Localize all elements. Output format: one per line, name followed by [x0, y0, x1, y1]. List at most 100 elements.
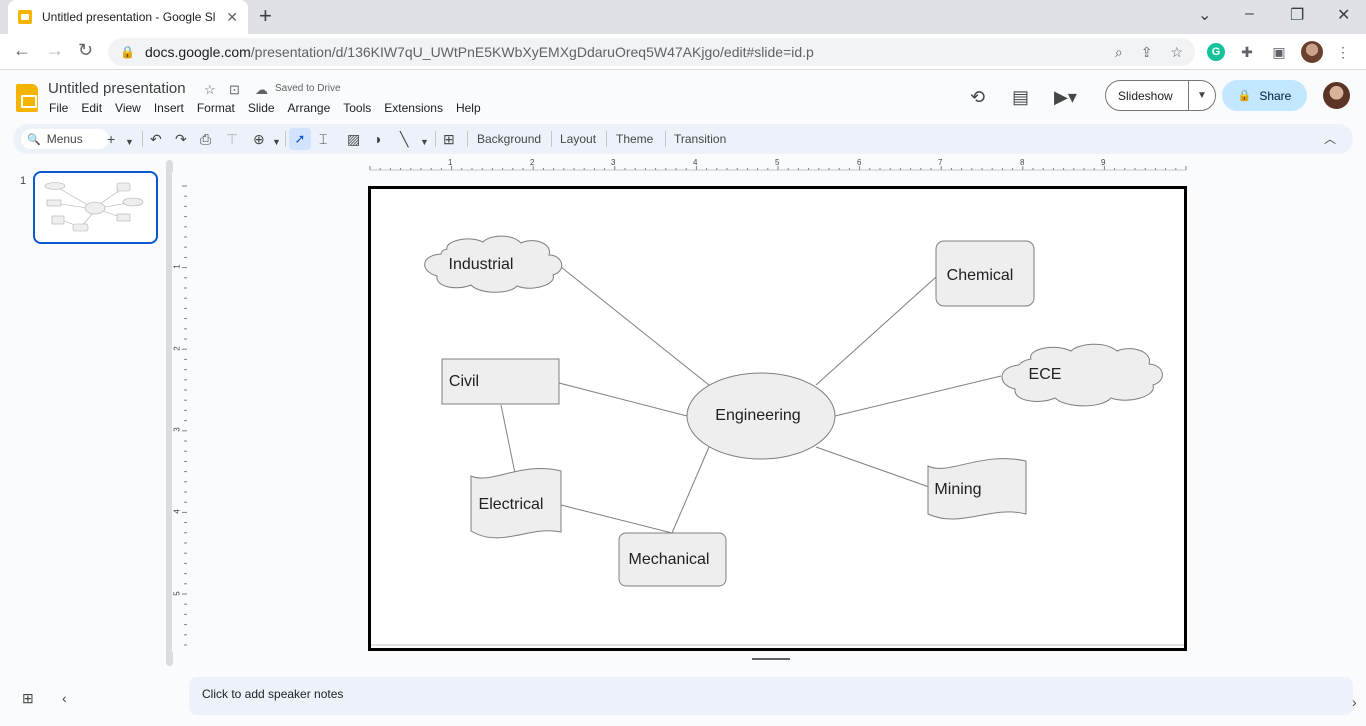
chevron-down-icon[interactable]: ▼	[125, 134, 134, 150]
menu-icon[interactable]: ⋮	[1334, 43, 1352, 61]
text-box-icon[interactable]: ⌶	[319, 131, 327, 147]
menu-arrange[interactable]: Arrange	[288, 101, 331, 115]
paint-format-icon[interactable]: ⊤	[226, 131, 238, 147]
slide-thumbnail[interactable]	[33, 171, 158, 244]
new-slide-icon[interactable]: +	[107, 131, 115, 147]
node-electrical[interactable]: Electrical	[479, 496, 544, 514]
node-engineering[interactable]: Engineering	[715, 407, 800, 425]
restore-icon[interactable]: ❐	[1290, 5, 1304, 25]
connector-line	[558, 382, 688, 417]
ruler-label: 1	[172, 264, 182, 269]
collapse-filmstrip-icon[interactable]: ‹	[62, 690, 67, 706]
menus-search[interactable]: 🔍 Menus	[21, 129, 109, 149]
collapse-toolbar-icon[interactable]: ︿	[1324, 131, 1336, 147]
extensions-icon[interactable]: ✚	[1238, 43, 1256, 61]
chevron-down-icon[interactable]: ▼	[1189, 90, 1215, 101]
move-folder-icon[interactable]: ⊡	[229, 82, 240, 98]
notes-resize-handle[interactable]	[752, 658, 790, 660]
expand-panel-icon[interactable]: ›	[1352, 694, 1357, 710]
avatar[interactable]	[1323, 82, 1350, 109]
undo-icon[interactable]: ↶	[150, 131, 162, 147]
transition-button[interactable]: Transition	[674, 132, 726, 146]
window-close-icon[interactable]: ✕	[1337, 5, 1350, 25]
forward-icon[interactable]: →	[46, 40, 64, 61]
toolbar-divider	[435, 131, 436, 147]
back-icon[interactable]: ←	[13, 40, 31, 61]
ruler-label: 2	[172, 346, 182, 351]
document-title[interactable]: Untitled presentation	[48, 80, 186, 97]
node-mechanical[interactable]: Mechanical	[629, 551, 710, 569]
chevron-down-icon[interactable]: ▼	[272, 134, 281, 150]
ruler-label: 5	[172, 591, 182, 596]
theme-button[interactable]: Theme	[616, 132, 653, 146]
select-tool-icon[interactable]: ➚	[289, 128, 311, 150]
print-icon[interactable]: ⎙	[200, 131, 211, 147]
ruler-label: 9	[1101, 158, 1106, 167]
slides-favicon-icon	[18, 10, 32, 24]
browser-tab[interactable]: Untitled presentation - Google Sl ✕	[8, 0, 248, 34]
node-industrial[interactable]: Industrial	[449, 256, 514, 274]
speaker-notes-placeholder: Click to add speaker notes	[202, 687, 344, 701]
share-button[interactable]: 🔒 Share	[1222, 80, 1307, 111]
line-icon[interactable]: ╲	[400, 131, 408, 147]
horizontal-ruler: 1 2 3 4 5 6 7 8 9	[190, 157, 1354, 171]
lock-icon[interactable]: 🔒	[120, 45, 135, 59]
background-button[interactable]: Background	[477, 132, 541, 146]
node-chemical[interactable]: Chemical	[947, 267, 1014, 285]
toolbar-divider	[142, 131, 143, 147]
connector-line	[834, 375, 1002, 417]
browser-tabstrip: Untitled presentation - Google Sl ✕ + ⌄ …	[0, 0, 1366, 34]
speaker-notes[interactable]: Click to add speaker notes	[189, 677, 1353, 715]
toolbar-divider	[606, 131, 607, 147]
slides-logo-icon[interactable]	[16, 84, 38, 112]
browser-profile-avatar[interactable]	[1301, 41, 1323, 63]
star-icon[interactable]: ☆	[204, 82, 216, 98]
connector-line	[560, 266, 710, 386]
add-comment-icon[interactable]: ⊞	[443, 131, 455, 147]
vertical-ruler-ticks	[182, 185, 187, 646]
zoom-icon[interactable]: ⊕	[253, 131, 265, 147]
history-icon[interactable]: ⟲	[970, 87, 985, 108]
node-mining[interactable]: Mining	[934, 481, 981, 499]
menus-search-label: Menus	[46, 132, 83, 146]
grammarly-icon[interactable]: G	[1207, 43, 1225, 61]
redo-icon[interactable]: ↷	[175, 131, 187, 147]
slideshow-button[interactable]: Slideshow ▼	[1105, 80, 1216, 111]
node-ece[interactable]: ECE	[1029, 366, 1062, 384]
menu-extensions[interactable]: Extensions	[384, 101, 443, 115]
meet-icon[interactable]: ▶▾	[1054, 87, 1077, 108]
menu-help[interactable]: Help	[456, 101, 481, 115]
address-bar[interactable]: 🔒 docs.google.com /presentation/d/136KIW…	[108, 38, 1195, 66]
new-tab-icon[interactable]: +	[259, 5, 272, 27]
shape-icon[interactable]: ◑	[373, 131, 381, 147]
star-icon[interactable]: ☆	[1170, 44, 1183, 61]
minimize-icon[interactable]: –	[1245, 5, 1254, 23]
share-page-icon[interactable]: ⇪	[1141, 44, 1153, 61]
ruler-label: 1	[448, 158, 453, 167]
layout-button[interactable]: Layout	[560, 132, 596, 146]
close-tab-icon[interactable]: ✕	[226, 9, 238, 26]
menu-tools[interactable]: Tools	[343, 101, 371, 115]
reload-icon[interactable]: ↻	[78, 40, 93, 61]
menu-edit[interactable]: Edit	[81, 101, 102, 115]
slideshow-label[interactable]: Slideshow	[1106, 89, 1188, 103]
filmstrip: 1	[0, 156, 175, 666]
toolbar-divider	[551, 131, 552, 147]
side-panel-icon[interactable]: ▣	[1270, 43, 1288, 61]
zoom-icon[interactable]: ⌕	[1115, 44, 1123, 61]
image-icon[interactable]: ▨	[347, 131, 360, 147]
node-civil[interactable]: Civil	[449, 373, 479, 391]
slide-canvas[interactable]: Industrial Chemical Civil ECE Electrical…	[368, 186, 1187, 651]
chevron-down-icon[interactable]: ▼	[420, 134, 429, 150]
comment-icon[interactable]: ▤	[1012, 87, 1029, 108]
menu-slide[interactable]: Slide	[248, 101, 275, 115]
menu-file[interactable]: File	[49, 101, 68, 115]
menu-view[interactable]: View	[115, 101, 141, 115]
grid-view-icon[interactable]: ⊞	[22, 690, 34, 707]
tab-search-icon[interactable]: ⌄	[1198, 5, 1211, 25]
horizontal-ruler-ticks	[369, 166, 1187, 171]
menu-insert[interactable]: Insert	[154, 101, 184, 115]
ruler-label: 6	[857, 158, 862, 167]
menu-format[interactable]: Format	[197, 101, 235, 115]
cloud-icon[interactable]: ☁	[255, 82, 268, 98]
